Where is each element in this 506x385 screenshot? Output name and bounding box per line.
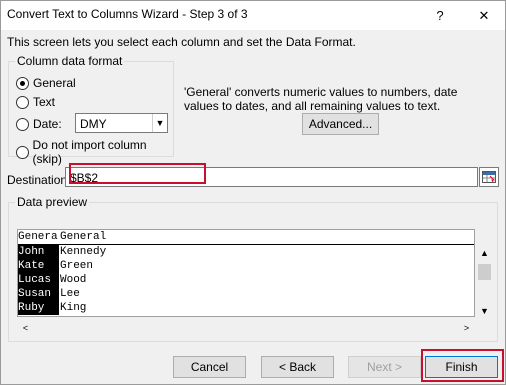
preview-header-col2[interactable]: General (60, 230, 470, 244)
radio-general-label[interactable]: General (33, 76, 76, 90)
scrollbar-thumb[interactable] (478, 264, 491, 280)
preview-cell[interactable]: John (18, 245, 59, 259)
radio-selected-dot (20, 80, 25, 86)
chevron-down-icon[interactable]: ▼ (152, 114, 167, 132)
close-button[interactable]: ✕ (463, 1, 505, 30)
preview-cell[interactable]: King (60, 301, 470, 315)
advanced-button[interactable]: Advanced... (302, 113, 379, 135)
radio-date[interactable]: Date: (16, 117, 62, 131)
preview-header-row: General General (18, 230, 106, 244)
radio-general-circle[interactable] (16, 76, 29, 90)
radio-skip-label[interactable]: Do not import column (skip) (33, 138, 173, 166)
next-button[interactable]: Next > (348, 356, 421, 378)
help-button[interactable]: ? (419, 1, 461, 30)
back-button[interactable]: < Back (261, 356, 334, 378)
scroll-left-icon[interactable]: < (17, 319, 34, 336)
preview-cell[interactable]: Kennedy (60, 245, 470, 259)
preview-cell[interactable]: Lucas (18, 273, 59, 287)
vertical-scrollbar[interactable]: ▲ ▼ (476, 244, 493, 319)
scroll-right-icon[interactable]: > (458, 319, 475, 336)
destination-value: $B$2 (70, 171, 99, 185)
preview-header-col1[interactable]: General (18, 230, 59, 244)
data-preview-group: Data preview General General John Kenned… (8, 195, 498, 342)
range-select-button[interactable] (479, 167, 499, 187)
radio-text-circle[interactable] (16, 95, 29, 109)
scroll-up-icon[interactable]: ▲ (476, 244, 493, 261)
range-select-icon (482, 171, 496, 183)
convert-text-to-columns-dialog: Convert Text to Columns Wizard - Step 3 … (0, 0, 506, 385)
radio-date-label[interactable]: Date: (33, 117, 62, 131)
preview-cell[interactable]: Susan (18, 287, 59, 301)
title-bar: Convert Text to Columns Wizard - Step 3 … (1, 1, 505, 30)
preview-cell[interactable]: Lee (60, 287, 470, 301)
table-row: Susan Lee (18, 287, 80, 301)
window-title: Convert Text to Columns Wizard - Step 3 … (7, 7, 248, 21)
scroll-down-icon[interactable]: ▼ (476, 302, 493, 319)
radio-skip[interactable]: Do not import column (skip) (16, 138, 173, 166)
cancel-button[interactable]: Cancel (173, 356, 246, 378)
column-data-format-group: Column data format General Text Date: DM… (8, 54, 174, 166)
table-row: Lucas Wood (18, 273, 86, 287)
preview-cell[interactable]: Kate (18, 259, 59, 273)
table-row: John Kennedy (18, 245, 106, 259)
date-format-select[interactable]: DMY ▼ (75, 113, 168, 133)
format-description: 'General' converts numeric values to num… (184, 85, 458, 113)
radio-date-circle[interactable] (16, 117, 29, 131)
table-row: Ruby King (18, 301, 86, 315)
radio-text[interactable]: Text (16, 95, 55, 109)
column-data-format-label: Column data format (15, 54, 125, 68)
radio-text-label[interactable]: Text (33, 95, 55, 109)
preview-cell[interactable]: Ruby (18, 301, 59, 315)
preview-cell[interactable]: Green (60, 259, 470, 273)
finish-button[interactable]: Finish (425, 356, 498, 378)
destination-input[interactable]: $B$2 (65, 167, 478, 187)
table-row: Kate Green (18, 259, 93, 273)
destination-label: Destination: (7, 173, 71, 187)
radio-skip-circle[interactable] (16, 145, 29, 159)
date-format-value: DMY (80, 117, 107, 131)
preview-cell[interactable]: Wood (60, 273, 470, 287)
intro-text: This screen lets you select each column … (7, 35, 356, 49)
data-preview-label: Data preview (15, 195, 90, 209)
data-preview-grid[interactable]: General General John Kennedy Kate Green … (17, 229, 475, 317)
horizontal-scrollbar[interactable]: < > (17, 319, 475, 336)
radio-general[interactable]: General (16, 76, 76, 90)
